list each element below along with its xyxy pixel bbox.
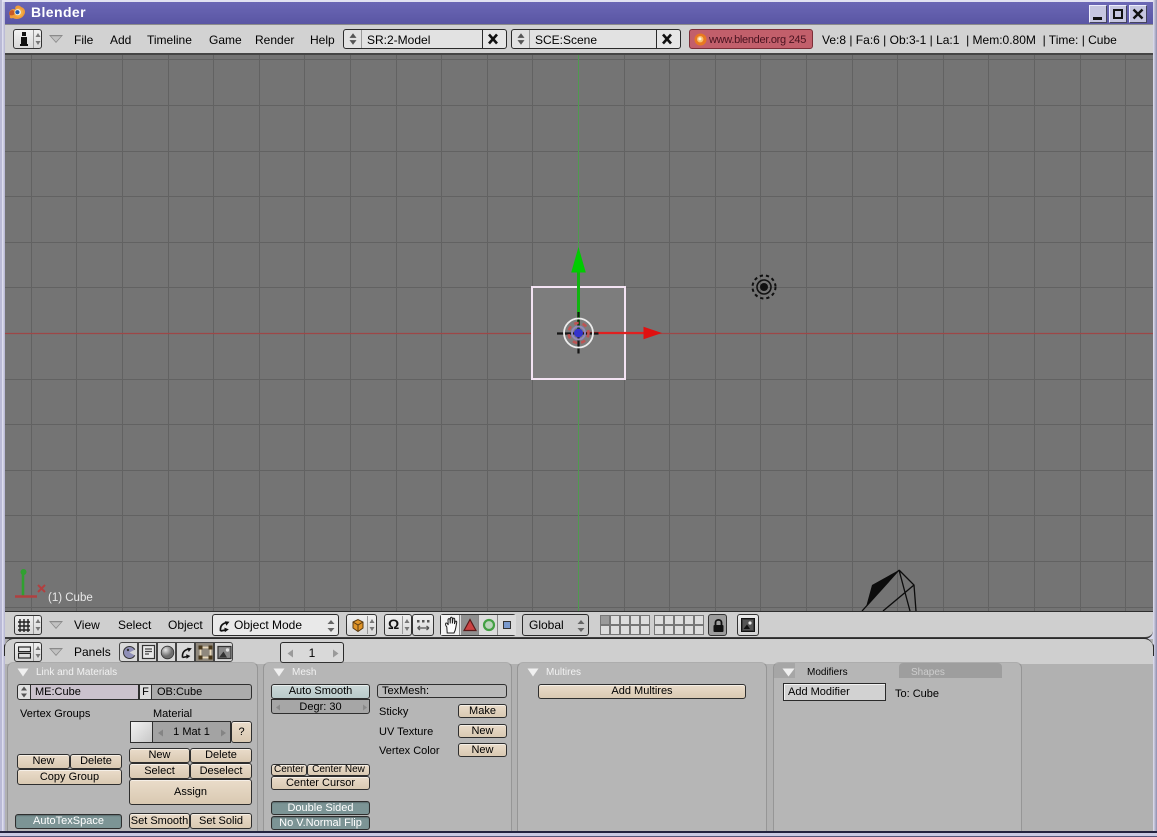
svg-text:(1) Cube: (1) Cube: [48, 592, 93, 604]
